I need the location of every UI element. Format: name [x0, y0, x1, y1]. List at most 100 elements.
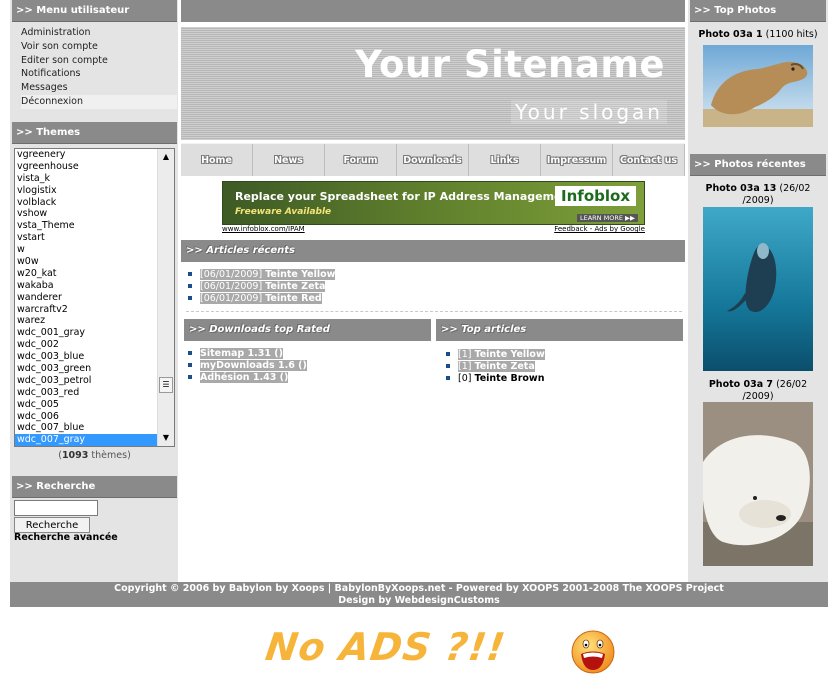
- theme-option[interactable]: warcraftv2: [15, 304, 158, 316]
- list-item[interactable]: [06/01/2009] Teinte Red: [188, 293, 335, 305]
- theme-option[interactable]: wdc_002: [15, 339, 158, 351]
- article-link[interactable]: Teinte Zeta: [265, 281, 325, 292]
- ad-banner[interactable]: Replace your Spreadsheet for IP Address …: [222, 181, 645, 235]
- right-column: >> Top Photos Photo 03a 1 (1100 hits) >>…: [690, 0, 826, 582]
- article-link[interactable]: Teinte Brown: [475, 373, 545, 384]
- theme-option[interactable]: w: [15, 244, 158, 256]
- list-item[interactable]: [06/01/2009] Teinte Zeta: [188, 281, 335, 293]
- nav-forum[interactable]: Forum: [325, 144, 397, 176]
- bullet-icon: [446, 364, 450, 368]
- theme-option[interactable]: vlogistix: [15, 185, 158, 197]
- theme-option[interactable]: wdc_007_gray: [15, 434, 158, 446]
- copyright-text: Copyright © 2006 by Babylon by Xoops | B…: [114, 583, 724, 594]
- advanced-search-link[interactable]: Recherche avancée: [14, 532, 118, 543]
- menu-item-notifications[interactable]: Notifications: [21, 67, 177, 81]
- site-slogan: Your slogan: [511, 100, 667, 124]
- top-articles-title: >> Top articles: [436, 319, 683, 341]
- themes-listbox[interactable]: vgreenery vgreenhouse vista_k vlogistix volb…: [14, 148, 175, 447]
- top-band: [181, 0, 685, 22]
- list-item[interactable]: [06/01/2009] Teinte Yellow: [188, 269, 336, 281]
- list-item[interactable]: Sitemap 1.31 (): [188, 348, 307, 360]
- nav-links[interactable]: Links: [469, 144, 541, 176]
- ad-feedback-link[interactable]: Feedback - Ads by Google: [554, 225, 645, 233]
- scroll-thumb[interactable]: ☰: [159, 377, 173, 393]
- design-credit-link[interactable]: Design by WebdesignCustoms: [10, 595, 828, 607]
- list-item[interactable]: [1] Teinte Yellow: [446, 349, 545, 361]
- menu-item-messages[interactable]: Messages: [21, 81, 177, 95]
- scroll-up-arrow-icon[interactable]: ▲: [158, 149, 174, 165]
- themes-scrollbar[interactable]: ▲ ☰ ▼: [157, 149, 174, 446]
- menu-item-administration[interactable]: Administration: [21, 26, 177, 40]
- theme-option[interactable]: vshow: [15, 208, 158, 220]
- theme-option[interactable]: wdc_006: [15, 411, 158, 423]
- ad-learn-more-button[interactable]: LEARN MORE ▶▶: [576, 214, 638, 222]
- scroll-down-arrow-icon[interactable]: ▼: [158, 430, 174, 446]
- user-menu: Administration Voir son compte Editer so…: [12, 22, 177, 109]
- list-item[interactable]: myDownloads 1.6 (): [188, 360, 307, 372]
- search-button[interactable]: Recherche: [14, 517, 90, 533]
- polar-bear-photo[interactable]: [703, 402, 813, 566]
- theme-option[interactable]: vstart: [15, 232, 158, 244]
- theme-option[interactable]: vgreenhouse: [15, 161, 158, 173]
- theme-option[interactable]: wdc_003_petrol: [15, 375, 158, 387]
- download-link[interactable]: myDownloads 1.6 (): [200, 360, 307, 371]
- photo-title[interactable]: Photo 03a 7: [709, 379, 773, 390]
- camel-photo[interactable]: [703, 45, 813, 127]
- article-link[interactable]: Teinte Yellow: [265, 269, 335, 280]
- dolphin-photo[interactable]: [703, 207, 813, 371]
- theme-option[interactable]: vgreenery: [15, 149, 158, 161]
- nav-downloads[interactable]: Downloads: [397, 144, 469, 176]
- nav-news[interactable]: News: [253, 144, 325, 176]
- ad-box[interactable]: Replace your Spreadsheet for IP Address …: [222, 181, 645, 225]
- theme-option[interactable]: vista_k: [15, 173, 158, 185]
- bullet-icon: [188, 351, 192, 355]
- theme-option[interactable]: vsta_Theme: [15, 220, 158, 232]
- bullet-icon: [188, 375, 192, 379]
- list-item[interactable]: [0] Teinte Brown: [446, 373, 545, 385]
- bullet-icon: [188, 272, 192, 276]
- theme-option[interactable]: wdc_003_blue: [15, 351, 158, 363]
- ad-url-link[interactable]: www.infoblox.com/IPAM: [222, 225, 305, 233]
- footer: Copyright © 2006 by Babylon by Xoops | B…: [10, 582, 828, 607]
- theme-option[interactable]: wakaba: [15, 280, 158, 292]
- recent-articles-list: [06/01/2009] Teinte Yellow [06/01/2009] …: [188, 269, 336, 305]
- site-name[interactable]: Your Sitename: [355, 43, 665, 86]
- divider: [186, 311, 682, 312]
- photo-title[interactable]: Photo 03a 13: [706, 183, 777, 194]
- photo-meta: (1100 hits): [765, 29, 818, 40]
- themes-count-label: thèmes: [91, 450, 128, 461]
- nav-contact[interactable]: Contact us: [613, 144, 685, 176]
- article-link[interactable]: Teinte Red: [265, 293, 322, 304]
- nav-home[interactable]: Home: [181, 144, 253, 176]
- theme-option[interactable]: wdc_001_gray: [15, 327, 158, 339]
- search-title: >> Recherche: [12, 476, 177, 498]
- shocked-smiley-icon: [571, 630, 615, 674]
- theme-option[interactable]: wdc_005: [15, 399, 158, 411]
- download-link[interactable]: Adhésion 1.43 (): [200, 372, 289, 383]
- top-photos-title: >> Top Photos: [690, 0, 826, 22]
- article-link[interactable]: Teinte Yellow: [475, 349, 545, 360]
- theme-option[interactable]: w20_kat: [15, 268, 158, 280]
- list-item[interactable]: [1] Teinte Zeta: [446, 361, 545, 373]
- article-link[interactable]: Teinte Zeta: [475, 361, 535, 372]
- menu-item-view-account[interactable]: Voir son compte: [21, 40, 177, 54]
- theme-option[interactable]: wdc_007_blue: [15, 422, 158, 434]
- download-link[interactable]: Sitemap 1.31 (): [200, 348, 283, 359]
- bullet-icon: [188, 363, 192, 367]
- theme-option[interactable]: wdc_003_green: [15, 363, 158, 375]
- list-item[interactable]: Adhésion 1.43 (): [188, 372, 307, 384]
- search-input[interactable]: [14, 500, 98, 516]
- menu-item-edit-account[interactable]: Editer son compte: [21, 54, 177, 68]
- ad-title: Replace your Spreadsheet for IP Address …: [235, 190, 575, 203]
- photo-title[interactable]: Photo 03a 1: [698, 29, 762, 40]
- theme-option[interactable]: wanderer: [15, 292, 158, 304]
- article-date: [06/01/2009]: [200, 269, 263, 280]
- themes-count-value: 1093: [61, 450, 89, 461]
- theme-option[interactable]: w0w: [15, 256, 158, 268]
- theme-option[interactable]: volblack: [15, 197, 158, 209]
- theme-option[interactable]: warez: [15, 315, 158, 327]
- menu-item-logout[interactable]: Déconnexion: [21, 94, 177, 109]
- nav-impressum[interactable]: Impressum: [541, 144, 613, 176]
- bullet-icon: [188, 296, 192, 300]
- theme-option[interactable]: wdc_003_red: [15, 387, 158, 399]
